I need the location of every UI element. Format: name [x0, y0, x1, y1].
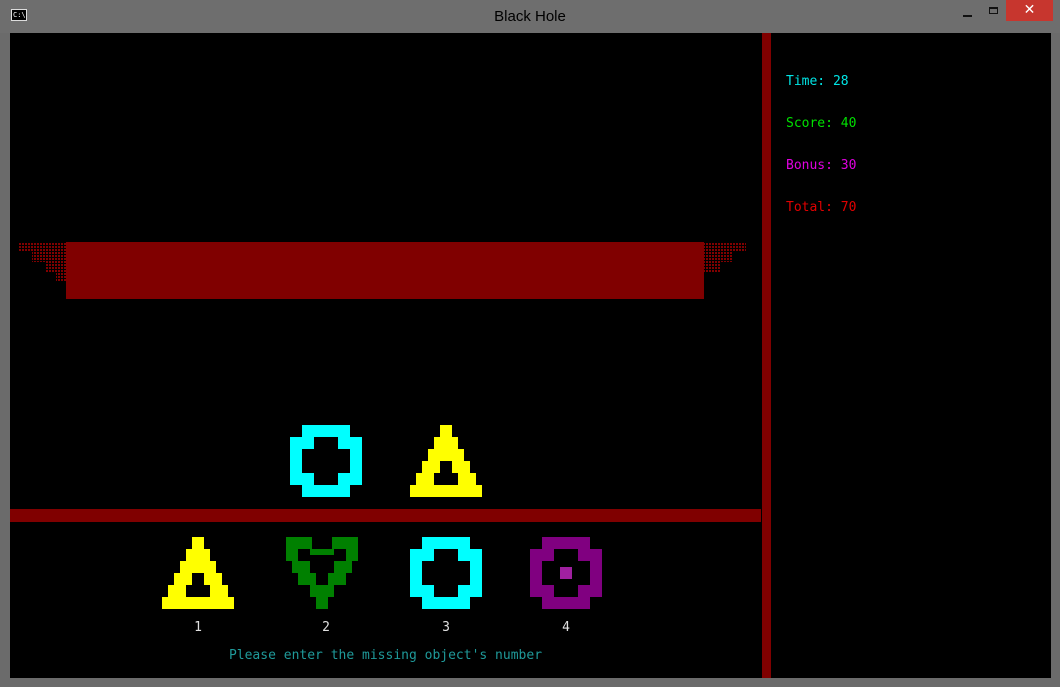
maximize-icon [988, 7, 998, 14]
horizontal-divider [10, 509, 761, 522]
total-readout: Total: 70 [786, 200, 857, 215]
black-hole-core [66, 242, 704, 299]
prompt-text: Please enter the missing object's number [228, 648, 543, 663]
option-triangle[interactable] [162, 537, 234, 609]
option-number-1: 1 [194, 620, 202, 635]
maximize-button[interactable] [976, 0, 1010, 22]
option-number-3: 3 [442, 620, 450, 635]
close-button[interactable]: ✕ [1006, 0, 1053, 21]
option-heart[interactable] [282, 537, 362, 609]
window-title: Black Hole [494, 8, 566, 25]
vertical-divider [762, 33, 771, 678]
option-number-2: 2 [322, 620, 330, 635]
title-bar[interactable]: C:\ Black Hole ✕ [0, 0, 1060, 33]
option-ring[interactable] [410, 537, 482, 609]
console-window: C:\ Black Hole ✕ 1 2 3 4 Please enter th… [0, 0, 1060, 687]
time-readout: Time: 28 [786, 74, 849, 89]
minimize-icon [962, 15, 972, 17]
score-readout: Score: 40 [786, 116, 857, 131]
game-area: 1 2 3 4 Please enter the missing object'… [10, 33, 1051, 678]
option-number-4: 4 [562, 620, 570, 635]
option-square-ring[interactable] [530, 537, 602, 609]
sequence-ring [290, 425, 362, 497]
sequence-triangle [410, 425, 482, 497]
close-icon: ✕ [1023, 2, 1036, 18]
bonus-readout: Bonus: 30 [786, 158, 857, 173]
black-hole [18, 242, 746, 299]
